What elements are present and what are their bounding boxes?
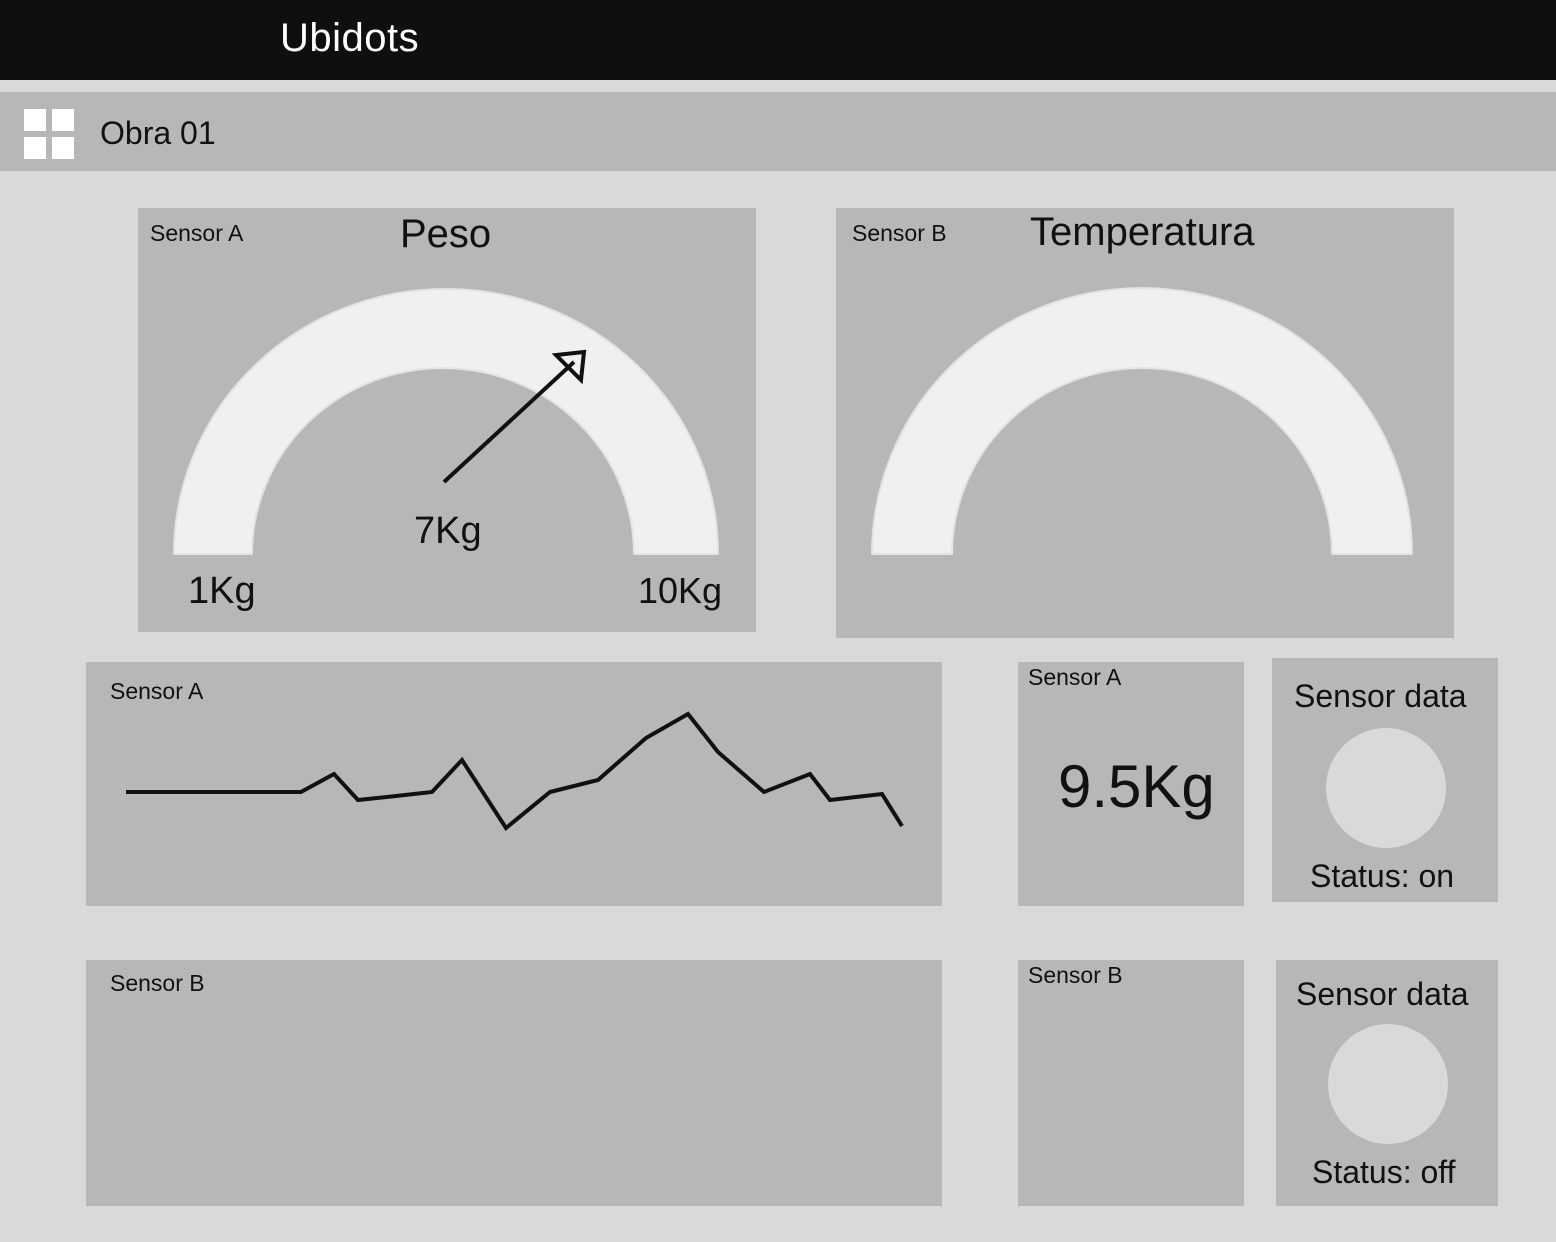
line-chart-widget-sensor-a[interactable]: Sensor A: [86, 662, 942, 906]
line-chart-widget-sensor-b[interactable]: Sensor B: [86, 960, 942, 1206]
gauge-min-label: 1Kg: [188, 570, 256, 612]
series-line: [126, 711, 904, 831]
widget-sensor-label: Sensor B: [1028, 962, 1123, 988]
metric-value: 9.5Kg: [1058, 753, 1215, 820]
status-text: Status: on: [1310, 858, 1455, 894]
line-chart: [126, 711, 904, 831]
dashboard-name[interactable]: Obra 01: [100, 115, 216, 152]
app-title[interactable]: Ubidots: [280, 16, 419, 61]
top-bar: [0, 0, 1556, 80]
metric-widget-sensor-a[interactable]: Sensor A 9.5Kg: [1018, 662, 1244, 906]
status-indicator: [1326, 728, 1446, 848]
widget-sensor-label: Sensor A: [1028, 664, 1122, 690]
status-widget-title: Sensor data: [1296, 976, 1469, 1012]
gauge-max-label: 10Kg: [638, 570, 723, 611]
status-text: Status: off: [1312, 1154, 1456, 1190]
gauge-widget-temperatura[interactable]: Sensor B Temperatura: [836, 208, 1454, 638]
status-indicator: [1328, 1024, 1448, 1144]
gauge-widget-peso[interactable]: Sensor A Peso 7Kg 1Kg 10Kg: [138, 208, 756, 632]
widget-sensor-label: Sensor B: [110, 970, 205, 996]
status-widget-sensor-b[interactable]: Sensor data Status: off: [1276, 960, 1498, 1206]
dashboard-bar: [0, 92, 1556, 171]
status-widget-title: Sensor data: [1294, 678, 1467, 714]
status-widget-sensor-a[interactable]: Sensor data Status: on: [1272, 658, 1498, 902]
gauge-value-label: 7Kg: [414, 510, 482, 552]
gauge-arc: [871, 287, 1413, 555]
metric-widget-sensor-b[interactable]: Sensor B: [1018, 960, 1244, 1206]
gauge-arc: [173, 288, 719, 555]
grid-icon[interactable]: [24, 109, 74, 159]
